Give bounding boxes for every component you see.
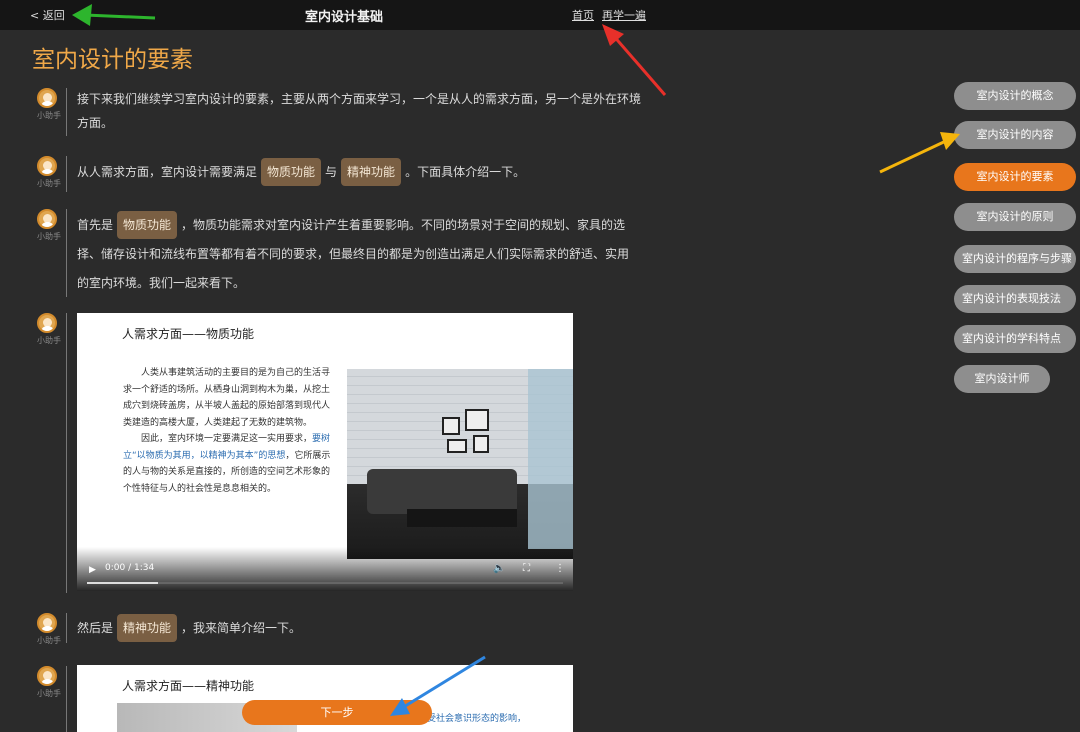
message-text: 首先是 物质功能 ，物质功能需求对室内设计产生着重要影响。不同的场景对于空间的规划、… (77, 211, 637, 298)
slide-paragraph: 人类从事建筑活动的主要目的是为自己的生活寻求一个舒适的场所。从栖身山洞到构木为巢… (123, 368, 331, 428)
message-segment: 首先是 (77, 218, 114, 232)
assistant-avatar-icon (37, 666, 57, 686)
slide-title: 人需求方面——精神功能 (122, 679, 255, 693)
side-menu-item-discipline[interactable]: 室内设计的学科特点 (954, 325, 1076, 353)
message-divider (66, 613, 67, 643)
message-text: 然后是 精神功能 ，我来简单介绍一下。 (77, 614, 647, 642)
message-segment: ，我来简单介绍一下。 (181, 621, 302, 635)
top-bar: < 返回 室内设计基础 首页 再学一遍 (0, 0, 1080, 30)
message-segment: 。下面具体介绍一下。 (405, 165, 526, 179)
message-segment: 从人需求方面，室内设计需要满足 (77, 165, 258, 179)
assistant-label: 小助手 (37, 232, 61, 241)
video-controls: ▶ 0:00 / 1:34 🔈 ⛶ ⋮ (77, 547, 573, 591)
red-arrow-icon (602, 24, 667, 96)
video-progress-bar[interactable] (87, 582, 563, 584)
keyword-tag-spiritual[interactable]: 精神功能 (341, 158, 402, 186)
video-time: 0:00 / 1:34 (105, 563, 155, 573)
message-segment: 与 (325, 165, 338, 179)
fullscreen-icon[interactable]: ⛶ (523, 563, 530, 574)
back-button[interactable]: < 返回 (30, 7, 65, 23)
play-icon[interactable]: ▶ (89, 565, 96, 575)
living-room-photo (347, 369, 573, 559)
more-icon[interactable]: ⋮ (555, 563, 565, 574)
video-player[interactable]: 人需求方面——物质功能 人类从事建筑活动的主要目的是为自己的生活寻求一个舒适的场… (77, 313, 573, 591)
keyword-tag-material[interactable]: 物质功能 (261, 158, 322, 186)
side-menu-item-designer[interactable]: 室内设计师 (954, 365, 1050, 393)
side-menu-item-content[interactable]: 室内设计的内容 (954, 121, 1076, 149)
slide-title: 人需求方面——物质功能 (122, 327, 255, 341)
assistant-avatar-icon (37, 88, 57, 108)
side-menu-item-techniques[interactable]: 室内设计的表现技法 (954, 285, 1076, 313)
message-text: 从人需求方面，室内设计需要满足 物质功能与精神功能 。下面具体介绍一下。 (77, 158, 647, 186)
slide-text: 人类从事建筑活动的主要目的是为自己的生活寻求一个舒适的场所。从栖身山洞到构木为巢… (123, 365, 337, 497)
page-title: 室内设计的要素 (32, 47, 193, 73)
assistant-label: 小助手 (37, 336, 61, 345)
message-segment: 然后是 (77, 621, 114, 635)
slide-text-segment: 因此，室内环境一定要满足这一实用要求， (141, 434, 313, 444)
assistant-avatar-icon (37, 209, 57, 229)
home-link[interactable]: 首页 (572, 7, 594, 23)
message-divider (66, 209, 67, 297)
slide-text: 受社会意识形态的影响， (427, 714, 527, 724)
message-text: 接下来我们继续学习室内设计的要素，主要从两个方面来学习，一个是从人的需求方面，另… (77, 92, 642, 130)
assistant-label: 小助手 (37, 636, 61, 645)
message-divider (66, 313, 67, 593)
volume-icon[interactable]: 🔈 (493, 563, 505, 574)
keyword-tag-material[interactable]: 物质功能 (117, 211, 178, 239)
course-title: 室内设计基础 (305, 10, 384, 25)
message-divider (66, 88, 67, 136)
side-menu-item-principles[interactable]: 室内设计的原则 (954, 203, 1076, 231)
assistant-avatar-icon (37, 313, 57, 333)
assistant-label: 小助手 (37, 179, 61, 188)
assistant-avatar-icon (37, 613, 57, 633)
assistant-avatar-icon (37, 156, 57, 176)
side-menu-item-elements[interactable]: 室内设计的要素 (954, 163, 1076, 191)
relearn-link[interactable]: 再学一遍 (602, 7, 646, 23)
keyword-tag-spiritual[interactable]: 精神功能 (117, 614, 178, 642)
side-menu-item-procedure[interactable]: 室内设计的程序与步骤 (954, 245, 1076, 273)
video-progress-fill (87, 582, 159, 584)
message-divider (66, 156, 67, 192)
message-divider (66, 666, 67, 732)
next-step-button[interactable]: 下一步 (242, 700, 432, 725)
yellow-arrow-icon (879, 132, 960, 174)
side-menu-item-concept[interactable]: 室内设计的概念 (954, 82, 1076, 110)
assistant-label: 小助手 (37, 111, 61, 120)
slide-paragraph: 因此，室内环境一定要满足这一实用要求，要树立“以物质为其用，以精神为其本”的思想… (123, 431, 337, 497)
assistant-label: 小助手 (37, 689, 61, 698)
